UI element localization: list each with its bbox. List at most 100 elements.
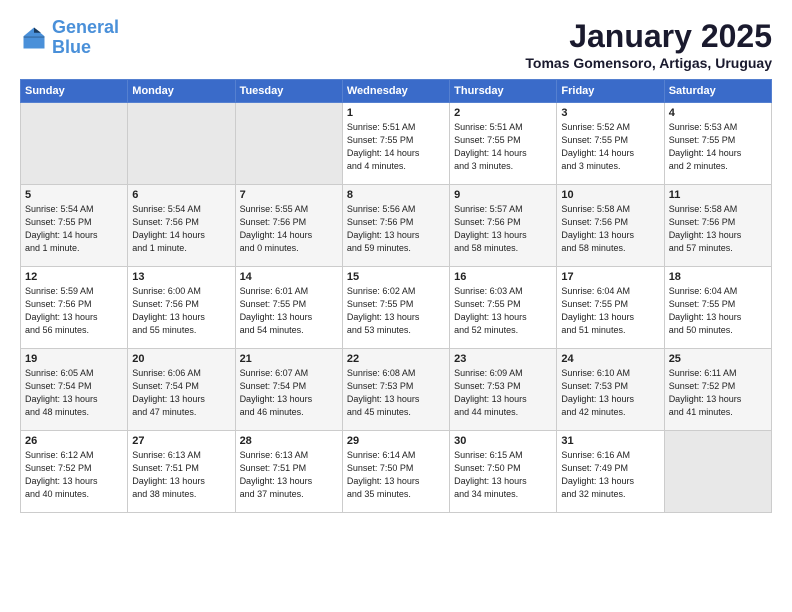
logo-text: General Blue — [52, 18, 119, 58]
calendar-cell: 27Sunrise: 6:13 AM Sunset: 7:51 PM Dayli… — [128, 431, 235, 513]
weekday-header-wednesday: Wednesday — [342, 80, 449, 103]
day-number: 14 — [240, 271, 338, 283]
day-info: Sunrise: 6:11 AM Sunset: 7:52 PM Dayligh… — [669, 367, 767, 419]
day-number: 9 — [454, 189, 552, 201]
day-number: 8 — [347, 189, 445, 201]
calendar-cell: 15 Sunrise: 6:02 AM Sunset: 7:55 PM Dayli… — [342, 267, 449, 349]
weekday-header-thursday: Thursday — [450, 80, 557, 103]
weekday-header-tuesday: Tuesday — [235, 80, 342, 103]
day-info: Sunrise: 6:00 AM Sunset: 7:56 PM Dayligh… — [132, 285, 230, 337]
day-info: Sunrise: 6:15 AM Sunset: 7:50 PM Dayligh… — [454, 449, 552, 501]
day-number: 2 — [454, 107, 552, 119]
weekday-header-monday: Monday — [128, 80, 235, 103]
logo-general: General — [52, 17, 119, 37]
calendar-cell: 17Sunrise: 6:04 AM Sunset: 7:55 PM Dayli… — [557, 267, 664, 349]
day-info: Sunrise: 6:16 AM Sunset: 7:49 PM Dayligh… — [561, 449, 659, 501]
calendar-cell: 23 Sunrise: 6:09 AM Sunset: 7:53 PM Dayli… — [450, 349, 557, 431]
day-number: 1 — [347, 107, 445, 119]
day-number: 30 — [454, 435, 552, 447]
calendar-cell: 24Sunrise: 6:10 AM Sunset: 7:53 PM Dayli… — [557, 349, 664, 431]
day-number: 16 — [454, 271, 552, 283]
logo-blue: Blue — [52, 37, 91, 57]
calendar-week-row: 26Sunrise: 6:12 AM Sunset: 7:52 PM Dayli… — [21, 431, 772, 513]
calendar-cell: 21 Sunrise: 6:07 AM Sunset: 7:54 PM Dayli… — [235, 349, 342, 431]
day-info: Sunrise: 6:09 AM Sunset: 7:53 PM Dayligh… — [454, 367, 552, 419]
day-info: Sunrise: 6:14 AM Sunset: 7:50 PM Dayligh… — [347, 449, 445, 501]
calendar-cell: 12Sunrise: 5:59 AM Sunset: 7:56 PM Dayli… — [21, 267, 128, 349]
calendar-cell: 2Sunrise: 5:51 AM Sunset: 7:55 PM Daylig… — [450, 103, 557, 185]
day-number: 11 — [669, 189, 767, 201]
calendar-cell: 8 Sunrise: 5:56 AM Sunset: 7:56 PM Daylig… — [342, 185, 449, 267]
day-info: Sunrise: 6:06 AM Sunset: 7:54 PM Dayligh… — [132, 367, 230, 419]
calendar-cell: 22 Sunrise: 6:08 AM Sunset: 7:53 PM Dayli… — [342, 349, 449, 431]
day-number: 10 — [561, 189, 659, 201]
day-info: Sunrise: 5:57 AM Sunset: 7:56 PM Dayligh… — [454, 203, 552, 255]
calendar-cell — [235, 103, 342, 185]
day-info: Sunrise: 5:51 AM Sunset: 7:55 PM Dayligh… — [347, 121, 445, 173]
day-info: Sunrise: 6:08 AM Sunset: 7:53 PM Dayligh… — [347, 367, 445, 419]
calendar-cell: 3Sunrise: 5:52 AM Sunset: 7:55 PM Daylig… — [557, 103, 664, 185]
day-number: 25 — [669, 353, 767, 365]
day-info: Sunrise: 5:58 AM Sunset: 7:56 PM Dayligh… — [561, 203, 659, 255]
weekday-header-saturday: Saturday — [664, 80, 771, 103]
calendar-cell: 4Sunrise: 5:53 AM Sunset: 7:55 PM Daylig… — [664, 103, 771, 185]
calendar-cell: 30 Sunrise: 6:15 AM Sunset: 7:50 PM Dayli… — [450, 431, 557, 513]
day-number: 29 — [347, 435, 445, 447]
calendar-cell: 16 Sunrise: 6:03 AM Sunset: 7:55 PM Dayli… — [450, 267, 557, 349]
day-info: Sunrise: 5:56 AM Sunset: 7:56 PM Dayligh… — [347, 203, 445, 255]
calendar-cell: 14Sunrise: 6:01 AM Sunset: 7:55 PM Dayli… — [235, 267, 342, 349]
day-number: 4 — [669, 107, 767, 119]
calendar-cell: 10 Sunrise: 5:58 AM Sunset: 7:56 PM Dayli… — [557, 185, 664, 267]
calendar-cell: 26Sunrise: 6:12 AM Sunset: 7:52 PM Dayli… — [21, 431, 128, 513]
day-number: 27 — [132, 435, 230, 447]
calendar-week-row: 12Sunrise: 5:59 AM Sunset: 7:56 PM Dayli… — [21, 267, 772, 349]
day-number: 23 — [454, 353, 552, 365]
day-info: Sunrise: 5:55 AM Sunset: 7:56 PM Dayligh… — [240, 203, 338, 255]
day-info: Sunrise: 5:54 AM Sunset: 7:56 PM Dayligh… — [132, 203, 230, 255]
day-number: 20 — [132, 353, 230, 365]
calendar-cell: 7 Sunrise: 5:55 AM Sunset: 7:56 PM Daylig… — [235, 185, 342, 267]
day-number: 7 — [240, 189, 338, 201]
calendar-cell — [21, 103, 128, 185]
day-number: 22 — [347, 353, 445, 365]
weekday-header-row: SundayMondayTuesdayWednesdayThursdayFrid… — [21, 80, 772, 103]
day-number: 19 — [25, 353, 123, 365]
day-number: 13 — [132, 271, 230, 283]
title-block: January 2025 Tomas Gomensoro, Artigas, U… — [525, 18, 772, 71]
day-info: Sunrise: 6:02 AM Sunset: 7:55 PM Dayligh… — [347, 285, 445, 337]
calendar-cell: 31 Sunrise: 6:16 AM Sunset: 7:49 PM Dayli… — [557, 431, 664, 513]
day-info: Sunrise: 6:03 AM Sunset: 7:55 PM Dayligh… — [454, 285, 552, 337]
calendar-cell: 28 Sunrise: 6:13 AM Sunset: 7:51 PM Dayli… — [235, 431, 342, 513]
day-number: 21 — [240, 353, 338, 365]
calendar-cell: 9 Sunrise: 5:57 AM Sunset: 7:56 PM Daylig… — [450, 185, 557, 267]
calendar-cell — [128, 103, 235, 185]
day-number: 6 — [132, 189, 230, 201]
day-number: 28 — [240, 435, 338, 447]
day-info: Sunrise: 6:07 AM Sunset: 7:54 PM Dayligh… — [240, 367, 338, 419]
calendar-cell: 25 Sunrise: 6:11 AM Sunset: 7:52 PM Dayli… — [664, 349, 771, 431]
calendar-cell: 19Sunrise: 6:05 AM Sunset: 7:54 PM Dayli… — [21, 349, 128, 431]
calendar-cell: 18Sunrise: 6:04 AM Sunset: 7:55 PM Dayli… — [664, 267, 771, 349]
calendar-week-row: 19Sunrise: 6:05 AM Sunset: 7:54 PM Dayli… — [21, 349, 772, 431]
location-subtitle: Tomas Gomensoro, Artigas, Uruguay — [525, 55, 772, 71]
weekday-header-sunday: Sunday — [21, 80, 128, 103]
day-number: 18 — [669, 271, 767, 283]
day-number: 3 — [561, 107, 659, 119]
logo-icon — [20, 24, 48, 52]
calendar-cell — [664, 431, 771, 513]
calendar-cell: 1 Sunrise: 5:51 AM Sunset: 7:55 PM Daylig… — [342, 103, 449, 185]
weekday-header-friday: Friday — [557, 80, 664, 103]
day-number: 26 — [25, 435, 123, 447]
calendar-cell: 13 Sunrise: 6:00 AM Sunset: 7:56 PM Dayli… — [128, 267, 235, 349]
day-info: Sunrise: 5:54 AM Sunset: 7:55 PM Dayligh… — [25, 203, 123, 255]
day-info: Sunrise: 6:13 AM Sunset: 7:51 PM Dayligh… — [240, 449, 338, 501]
day-info: Sunrise: 6:10 AM Sunset: 7:53 PM Dayligh… — [561, 367, 659, 419]
header: General Blue January 2025 Tomas Gomensor… — [20, 18, 772, 71]
day-number: 31 — [561, 435, 659, 447]
calendar-week-row: 5Sunrise: 5:54 AM Sunset: 7:55 PM Daylig… — [21, 185, 772, 267]
day-number: 15 — [347, 271, 445, 283]
day-number: 12 — [25, 271, 123, 283]
month-title: January 2025 — [525, 18, 772, 55]
calendar-cell: 11Sunrise: 5:58 AM Sunset: 7:56 PM Dayli… — [664, 185, 771, 267]
calendar-table: SundayMondayTuesdayWednesdayThursdayFrid… — [20, 79, 772, 513]
